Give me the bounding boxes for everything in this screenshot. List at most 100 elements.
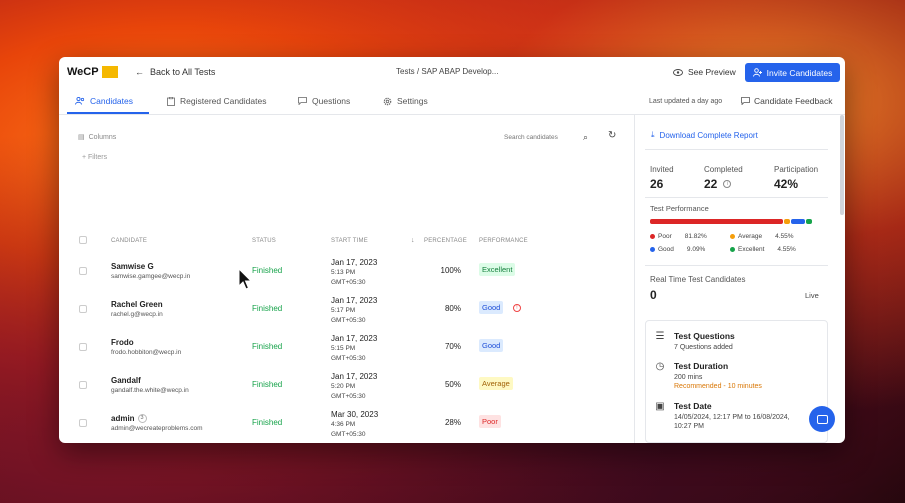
refresh-icon[interactable]: ↻: [608, 130, 616, 141]
summary-scrollbar[interactable]: [840, 115, 844, 215]
table-row[interactable]: admin 3 admin@wecreateproblems.com Finished…: [59, 406, 634, 443]
candidate-name[interactable]: Gandalf: [111, 376, 141, 385]
row-checkbox[interactable]: [79, 267, 87, 275]
start-date: Jan 17, 2023: [331, 258, 378, 267]
row-checkbox[interactable]: [79, 305, 87, 313]
columns-button[interactable]: ▤ Columns: [78, 133, 116, 142]
divider: [645, 149, 828, 150]
status-text: Finished: [252, 266, 283, 275]
tab-candidates[interactable]: Candidates: [75, 96, 133, 106]
app-window: WeCP ← Back to All Tests Tests / SAP ABA…: [59, 57, 845, 443]
users-icon: [75, 97, 85, 105]
table-row[interactable]: Samwise G samwise.gamgee@wecp.in Finished J…: [59, 254, 634, 292]
performance-badge: Good: [479, 339, 504, 352]
invite-label: Invite Candidates: [766, 67, 833, 78]
start-time: 5:15 PM: [331, 345, 356, 352]
alert-circle-icon[interactable]: !: [513, 304, 521, 312]
search-input[interactable]: [504, 130, 594, 144]
tab-questions[interactable]: Questions: [298, 96, 350, 106]
sort-down-icon[interactable]: ↓: [411, 237, 415, 244]
performance-badge: Good: [479, 301, 504, 314]
date-title: Test Date: [674, 401, 712, 411]
row-checkbox[interactable]: [79, 381, 87, 389]
table-row[interactable]: Gandalf gandalf.the.white@wecp.in Finished…: [59, 368, 634, 406]
tab-label: Settings: [397, 96, 428, 106]
invited-label: Invited: [650, 165, 674, 174]
table-row[interactable]: Rachel Green rachel.g@wecp.in Finished Jan …: [59, 292, 634, 330]
tab-settings[interactable]: Settings: [383, 96, 428, 106]
header-percentage[interactable]: PERCENTAGE: [424, 238, 467, 244]
header-start-time[interactable]: START TIME: [331, 238, 368, 244]
download-report-button[interactable]: ⤓ Download Complete Report: [651, 130, 758, 140]
performance-segment-average: [784, 219, 790, 224]
realtime-value: 0: [650, 288, 657, 302]
performance-bar: [650, 219, 814, 224]
start-time: 5:17 PM: [331, 307, 356, 314]
active-tab-indicator: [67, 112, 149, 114]
table-row[interactable]: Frodo frodo.hobbiton@wecp.in Finished Jan 1…: [59, 330, 634, 368]
header-performance[interactable]: PERFORMANCE: [479, 238, 528, 244]
invite-candidates-button[interactable]: Invite Candidates: [745, 63, 840, 82]
start-time: 4:36 PM: [331, 421, 356, 428]
tab-registered-candidates[interactable]: Registered Candidates: [167, 96, 266, 106]
gear-icon: [383, 97, 392, 105]
invited-value: 26: [650, 177, 664, 191]
back-label: Back to All Tests: [150, 67, 216, 77]
clock-icon: ◷: [655, 361, 665, 372]
performance-segment-excellent: [806, 219, 812, 224]
tab-label: Questions: [312, 96, 351, 106]
candidate-name[interactable]: Rachel Green: [111, 300, 163, 309]
completed-label: Completed: [704, 165, 743, 174]
timezone: GMT+05:30: [331, 317, 366, 324]
message-square-icon: [298, 97, 307, 105]
timezone: GMT+05:30: [331, 393, 366, 400]
date-sub: 14/05/2024, 12:17 PM to 16/08/2024, 10:2…: [674, 414, 790, 430]
questions-title: Test Questions: [674, 331, 735, 341]
row-checkbox[interactable]: [79, 343, 87, 351]
info-icon[interactable]: i: [723, 180, 732, 188]
tab-label: Candidates: [90, 96, 134, 106]
legend-average: Average 4.55%: [730, 233, 794, 240]
test-info-card: ☰ Test Questions 7 Questions added ◷ Tes…: [645, 320, 828, 443]
filters-button[interactable]: + Filters: [82, 154, 107, 161]
see-preview-button[interactable]: See Preview: [673, 67, 736, 77]
chat-support-button[interactable]: [809, 406, 835, 432]
test-performance-label: Test Performance: [650, 204, 709, 213]
tab-label: Registered Candidates: [180, 96, 267, 106]
percentage-value: 70%: [444, 342, 461, 351]
candidate-email: rachel.g@wecp.in: [111, 311, 163, 318]
select-all-checkbox[interactable]: [79, 236, 87, 244]
candidate-name[interactable]: Frodo: [111, 338, 134, 347]
candidate-name[interactable]: admin 3: [111, 414, 147, 423]
excellent-dot-icon: [730, 247, 735, 252]
last-updated-text: Last updated a day ago: [649, 98, 723, 105]
start-date: Jan 17, 2023: [331, 334, 378, 343]
legend-excellent: Excellent 4.55%: [730, 246, 796, 253]
candidate-feedback-button[interactable]: Candidate Feedback: [741, 96, 832, 106]
candidates-panel: ▤ Columns + Filters ⌕ ↻ CANDIDATE STATUS S…: [59, 115, 634, 443]
search-icon[interactable]: ⌕: [583, 132, 588, 143]
calendar-icon: ▣: [655, 401, 665, 412]
percentage-value: 28%: [444, 418, 461, 427]
row-checkbox[interactable]: [79, 419, 87, 427]
test-date-info: ▣ Test Date 14/05/2024, 12:17 PM to 16/0…: [654, 401, 794, 431]
performance-badge: Average: [479, 377, 513, 390]
wecp-logo[interactable]: WeCP: [67, 66, 118, 78]
live-label: Live: [805, 291, 819, 300]
start-date: Jan 17, 2023: [331, 296, 378, 305]
top-bar: WeCP ← Back to All Tests Tests / SAP ABA…: [59, 57, 845, 89]
breadcrumb[interactable]: Tests / SAP ABAP Develop...: [396, 67, 498, 76]
performance-badge: Poor: [479, 415, 501, 428]
status-text: Finished: [252, 418, 283, 427]
candidate-name[interactable]: Samwise G: [111, 262, 154, 271]
tab-bar: Candidates Registered Candidates Questio…: [59, 89, 845, 115]
start-time: 5:13 PM: [331, 269, 356, 276]
back-to-tests-link[interactable]: ← Back to All Tests: [135, 67, 215, 77]
status-text: Finished: [252, 342, 283, 351]
header-status[interactable]: STATUS: [252, 238, 276, 244]
performance-segment-poor: [650, 219, 783, 224]
header-candidate[interactable]: CANDIDATE: [111, 238, 147, 244]
candidate-email: gandalf.the.white@wecp.in: [111, 387, 189, 394]
timezone: GMT+05:30: [331, 431, 366, 438]
start-date: Mar 30, 2023: [331, 410, 379, 419]
